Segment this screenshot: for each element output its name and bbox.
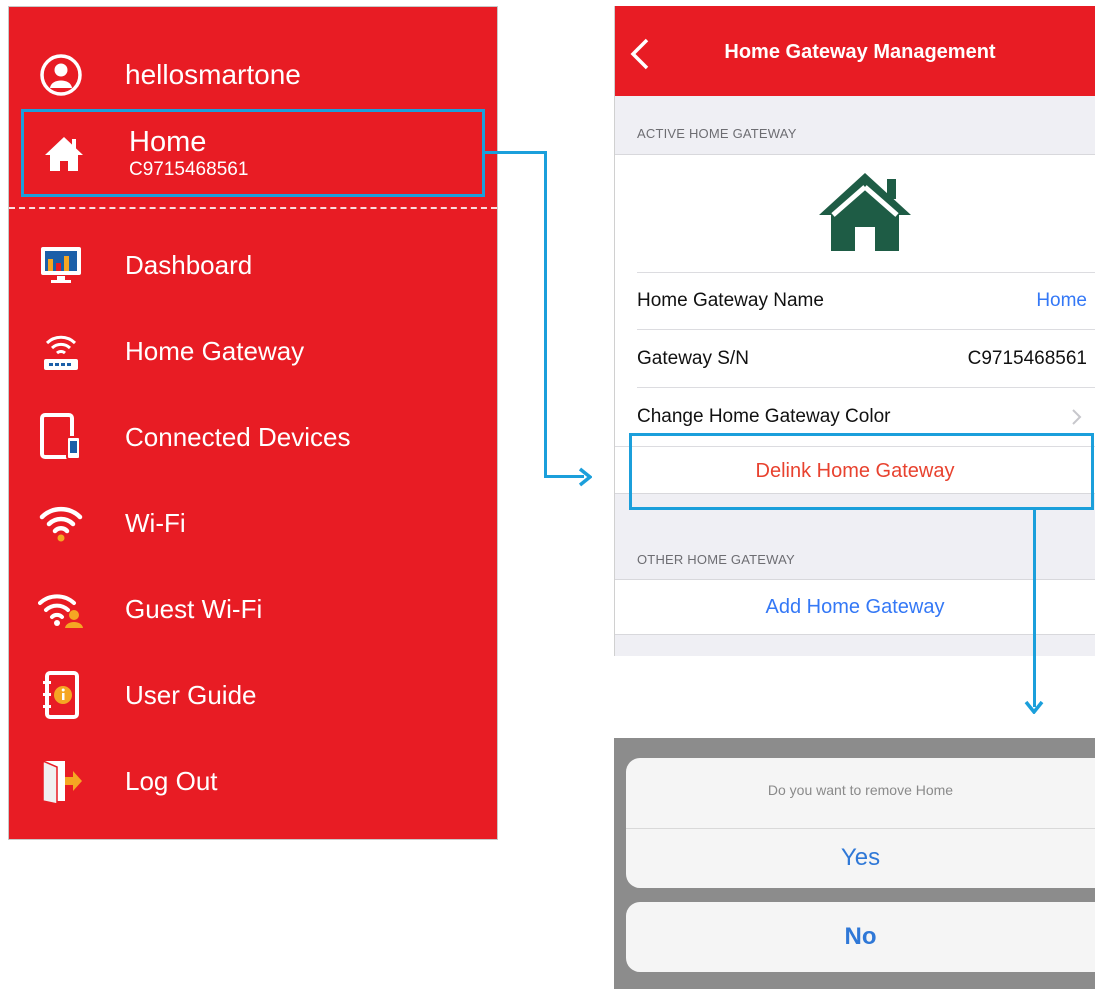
- menu-item-guest-wifi[interactable]: Guest Wi-Fi: [37, 583, 262, 635]
- logout-icon: [42, 759, 82, 804]
- connector-line: [484, 151, 547, 154]
- gateway-management-screen: Home Gateway Management ACTIVE HOME GATE…: [614, 6, 1095, 656]
- menu-item-connected-devices[interactable]: Connected Devices: [37, 411, 350, 463]
- delink-highlight-box: [629, 433, 1094, 510]
- gateway-name-value[interactable]: Home: [1036, 290, 1087, 312]
- home-highlight-box: [21, 109, 485, 197]
- username: hellosmartone: [125, 59, 301, 90]
- other-section-header: OTHER HOME GATEWAY: [637, 552, 795, 567]
- gateway-sn-label: Gateway S/N: [637, 347, 749, 369]
- wifi-icon: [39, 506, 83, 542]
- arrow-down-icon: [1024, 700, 1044, 714]
- menu-label-connected-devices: Connected Devices: [125, 421, 351, 452]
- user-profile[interactable]: hellosmartone: [39, 45, 301, 105]
- alert-dialog: Do you want to remove Home Yes: [626, 758, 1095, 888]
- menu-label-log-out: Log Out: [125, 765, 218, 796]
- add-gateway-button[interactable]: Add Home Gateway: [615, 580, 1095, 634]
- gateway-sn-row: Gateway S/N C9715468561: [637, 330, 1095, 388]
- menu-label-home-gateway: Home Gateway: [125, 335, 305, 366]
- gateway-sn-value: C9715468561: [967, 347, 1087, 369]
- guest-wifi-icon: [38, 594, 83, 628]
- menu-item-dashboard[interactable]: Dashboard: [37, 239, 252, 291]
- menu-label-dashboard: Dashboard: [125, 249, 253, 280]
- chevron-right-icon: [1072, 409, 1082, 425]
- router-icon: [44, 335, 78, 370]
- dashboard-icon: [41, 247, 81, 283]
- remove-gateway-alert: Do you want to remove Home Yes No: [614, 738, 1095, 989]
- menu-item-log-out[interactable]: Log Out: [37, 755, 218, 807]
- active-section-header: ACTIVE HOME GATEWAY: [637, 126, 797, 141]
- alert-cancel-card: No: [626, 902, 1095, 972]
- arrow-right-icon: [578, 467, 592, 487]
- menu-label-wifi: Wi-Fi: [125, 507, 186, 538]
- menu-label-user-guide: User Guide: [125, 679, 257, 710]
- menu-label-guest-wifi: Guest Wi-Fi: [125, 593, 263, 624]
- gateway-name-row: Home Gateway Name Home: [637, 272, 1095, 330]
- change-color-label: Change Home Gateway Color: [637, 406, 891, 427]
- menu-item-user-guide[interactable]: User Guide: [37, 669, 257, 721]
- other-gateway-group: Add Home Gateway: [615, 579, 1095, 635]
- gateway-name-label: Home Gateway Name: [637, 290, 824, 311]
- alert-yes-button[interactable]: Yes: [626, 828, 1095, 886]
- menu-item-wifi[interactable]: Wi-Fi: [37, 497, 186, 549]
- connector-line: [1033, 509, 1036, 707]
- nav-bar: Home Gateway Management: [615, 6, 1095, 96]
- gateway-house-icon: [819, 173, 911, 251]
- devices-icon: [40, 413, 81, 460]
- menu-item-home-gateway[interactable]: Home Gateway: [37, 325, 304, 377]
- screen-title: Home Gateway Management: [724, 41, 996, 63]
- menu-divider: [9, 207, 497, 209]
- alert-message: Do you want to remove Home: [767, 782, 954, 798]
- user-avatar-icon: [40, 54, 82, 96]
- connector-line: [544, 151, 547, 478]
- user-guide-icon: [43, 671, 79, 719]
- alert-no-button[interactable]: No: [626, 902, 1095, 972]
